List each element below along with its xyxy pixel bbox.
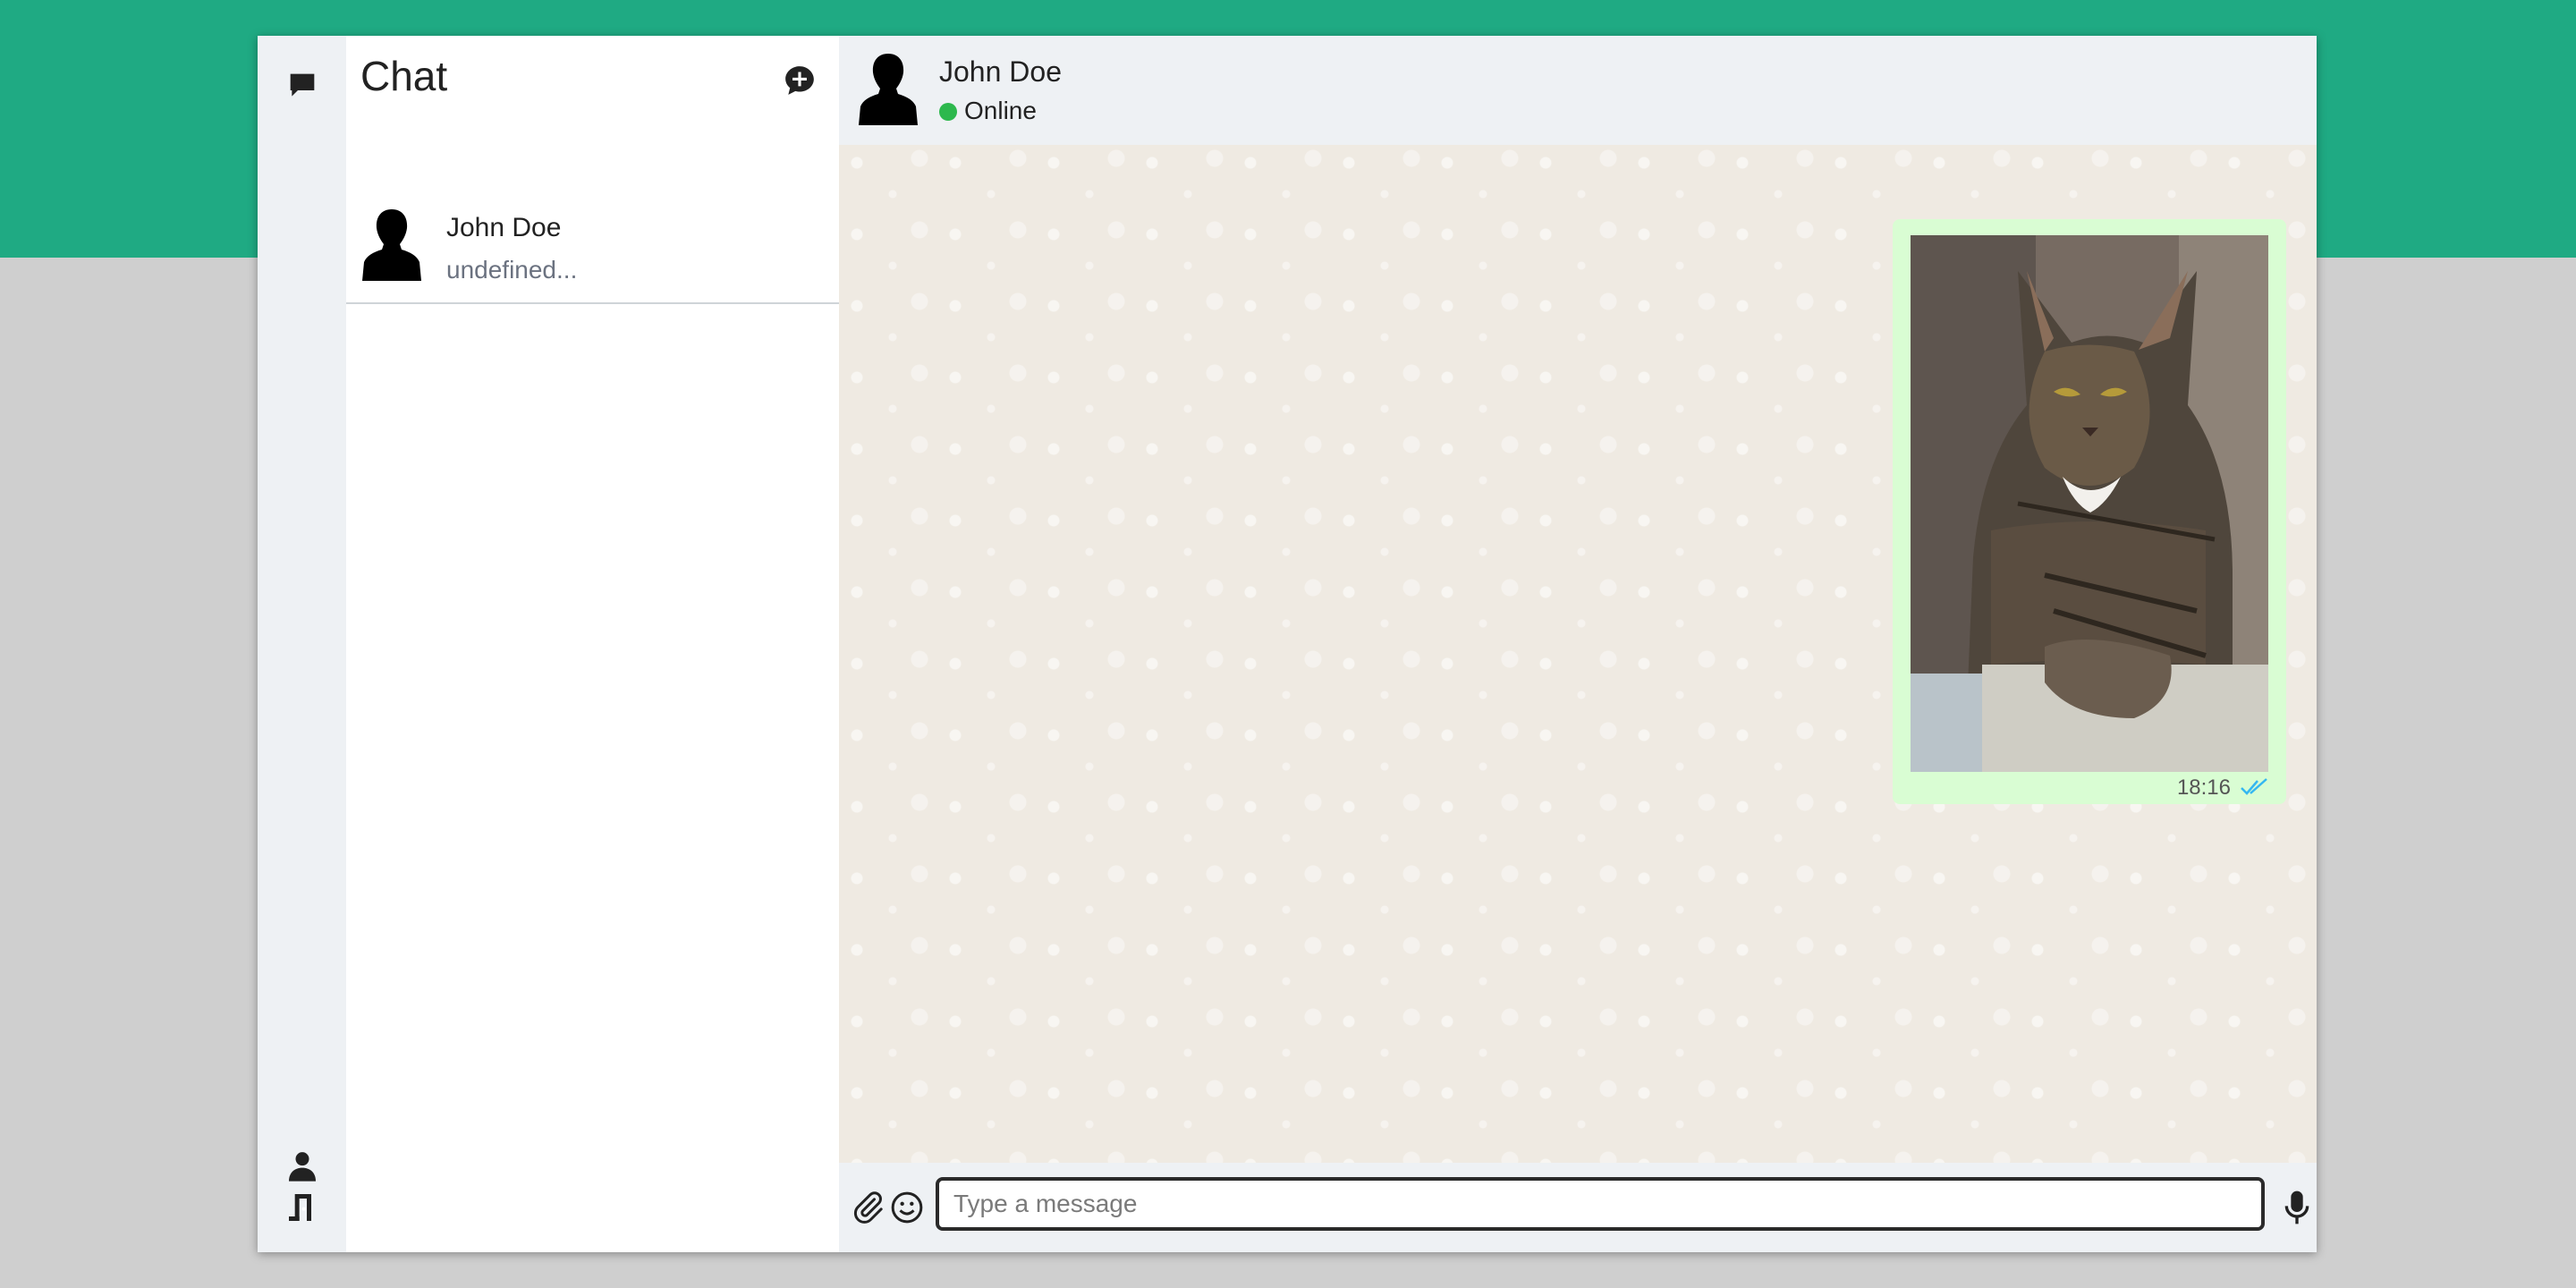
new-chat-icon[interactable] <box>783 64 817 97</box>
avatar[interactable] <box>859 50 918 125</box>
conversation-header: John Doe Online <box>839 36 2317 145</box>
chat-app-window: Chat John Doe undefined... John Doe Onli… <box>258 36 2317 1252</box>
paperclip-icon[interactable] <box>850 1190 886 1225</box>
chat-bubble-icon[interactable] <box>284 68 320 104</box>
presence-status: Online <box>939 97 1037 125</box>
conversation-contact-name: John Doe <box>939 55 1062 88</box>
chat-list-panel: Chat John Doe undefined... <box>346 36 839 1252</box>
message-composer <box>839 1163 2317 1252</box>
logout-icon[interactable] <box>284 1190 320 1225</box>
message-input[interactable] <box>936 1177 2265 1231</box>
last-message-preview: undefined... <box>446 256 578 284</box>
user-icon[interactable] <box>284 1148 320 1184</box>
online-status-dot <box>939 103 957 121</box>
list-item[interactable]: John Doe undefined... <box>346 170 839 304</box>
outgoing-message-bubble[interactable]: 18:16 <box>1893 219 2286 804</box>
nav-rail <box>258 36 346 1252</box>
double-check-icon <box>2240 777 2270 797</box>
presence-status-text: Online <box>964 97 1037 124</box>
contact-name: John Doe <box>446 213 562 242</box>
avatar <box>362 206 421 281</box>
message-timestamp: 18:16 <box>2176 775 2231 800</box>
conversation-panel: John Doe Online 18:16 Type a message <box>839 36 2317 1252</box>
microphone-icon[interactable] <box>2279 1188 2315 1227</box>
cat-photo[interactable] <box>1911 235 2268 772</box>
chat-list-title: Chat <box>360 53 448 99</box>
smiley-icon[interactable] <box>889 1190 925 1225</box>
message-area[interactable]: 18:16 <box>839 145 2317 1200</box>
